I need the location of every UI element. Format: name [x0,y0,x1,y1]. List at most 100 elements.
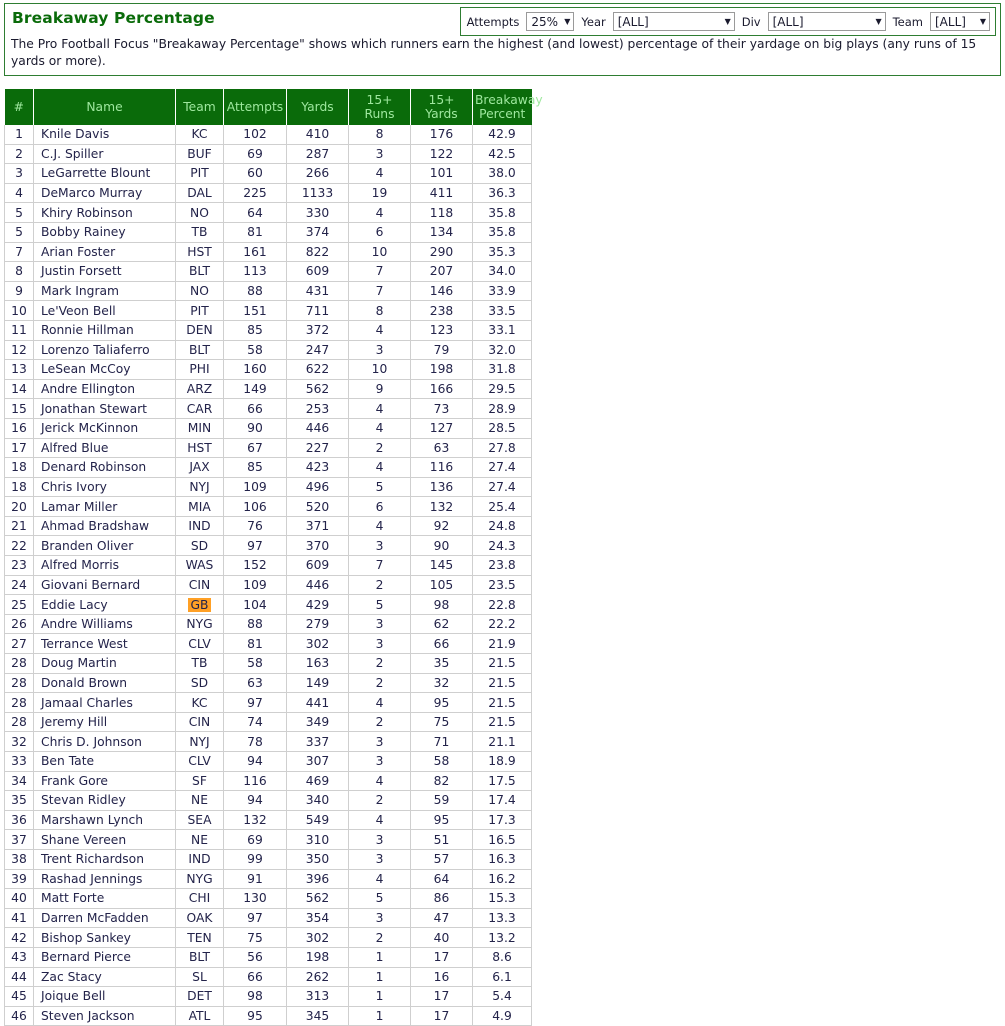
team-label: Team [892,14,923,29]
table-row[interactable]: 37 Shane Vereen NE 69 310 3 51 16.5 [4,829,532,850]
table-row[interactable]: 8 Justin Forsett BLT 113 609 7 207 34.0 [4,261,532,282]
table-row[interactable]: 34 Frank Gore SF 116 469 4 82 17.5 [4,771,532,792]
team-select[interactable]: [ALL] ▼ [930,12,990,31]
page-description: The Pro Football Focus "Breakaway Percen… [11,37,977,68]
table-row[interactable]: 41 Darren McFadden OAK 97 354 3 47 13.3 [4,908,532,929]
table-row[interactable]: 9 Mark Ingram NO 88 431 7 146 33.9 [4,281,532,302]
table-row[interactable]: 24 Giovani Bernard CIN 109 446 2 105 23.5 [4,575,532,596]
table-row[interactable]: 33 Ben Tate CLV 94 307 3 58 18.9 [4,751,532,772]
cell-name: Bobby Rainey [33,222,176,243]
table-row[interactable]: 45 Joique Bell DET 98 313 1 17 5.4 [4,986,532,1007]
cell-team: BLT [175,340,224,361]
cell-pct: 18.9 [472,751,532,772]
cell-yards: 330 [286,202,349,223]
year-select[interactable]: [ALL] ▼ [612,12,735,31]
cell-rank: 26 [4,614,34,635]
cell-rank: 11 [4,320,34,341]
table-row[interactable]: 5 Khiry Robinson NO 64 330 4 118 35.8 [4,202,532,223]
cell-pct: 23.5 [472,575,532,596]
cell-yards15: 116 [410,457,473,478]
table-row[interactable]: 16 Jerick McKinnon MIN 90 446 4 127 28.5 [4,418,532,439]
table-row[interactable]: 27 Terrance West CLV 81 302 3 66 21.9 [4,633,532,655]
column-header-runs15[interactable]: 15+ Runs [348,89,411,125]
column-header-pct[interactable]: Breakaway Percent [472,89,543,125]
table-row[interactable]: 35 Stevan Ridley NE 94 340 2 59 17.4 [4,790,532,811]
table-row[interactable]: 28 Jamaal Charles KC 97 441 4 95 21.5 [4,692,532,713]
table-row[interactable]: 23 Alfred Morris WAS 152 609 7 145 23.8 [4,555,532,576]
cell-yards: 307 [286,751,349,772]
table-row[interactable]: 42 Bishop Sankey TEN 75 302 2 40 13.2 [4,927,532,948]
column-header-attempts[interactable]: Attempts [223,89,287,125]
table-row[interactable]: 7 Arian Foster HST 161 822 10 290 35.3 [4,242,532,263]
cell-yards: 469 [286,771,349,792]
table-row[interactable]: 25 Eddie Lacy GB 104 429 5 98 22.8 [4,594,532,615]
table-row[interactable]: 1 Knile Davis KC 102 410 8 176 42.9 [4,125,532,145]
table-row[interactable]: 2 C.J. Spiller BUF 69 287 3 122 42.5 [4,144,532,165]
cell-rank: 37 [4,829,34,850]
table-row[interactable]: 32 Chris D. Johnson NYJ 78 337 3 71 21.1 [4,731,532,752]
table-row[interactable]: 28 Donald Brown SD 63 149 2 32 21.5 [4,673,532,694]
cell-pct: 21.5 [472,673,532,694]
table-row[interactable]: 18 Chris Ivory NYJ 109 496 5 136 27.4 [4,477,532,498]
table-row[interactable]: 46 Steven Jackson ATL 95 345 1 17 4.9 [4,1006,532,1026]
year-label: Year [581,14,606,29]
column-header-yards15[interactable]: 15+ Yards [410,89,473,125]
cell-yards: 549 [286,810,349,831]
cell-attempts: 63 [223,673,287,694]
cell-attempts: 56 [223,947,287,968]
table-row[interactable]: 10 Le'Veon Bell PIT 151 711 8 238 33.5 [4,300,532,321]
table-row[interactable]: 39 Rashad Jennings NYG 91 396 4 64 16.2 [4,869,532,890]
cell-yards15: 73 [410,398,473,419]
cell-rank: 40 [4,888,34,909]
cell-yards15: 47 [410,908,473,929]
cell-yards15: 86 [410,888,473,909]
column-header-name[interactable]: Name [33,89,176,125]
table-row[interactable]: 21 Ahmad Bradshaw IND 76 371 4 92 24.8 [4,516,532,537]
table-row[interactable]: 40 Matt Forte CHI 130 562 5 86 15.3 [4,888,532,909]
cell-rank: 20 [4,496,34,517]
table-row[interactable]: 28 Jeremy Hill CIN 74 349 2 75 21.5 [4,712,532,733]
cell-yards: 520 [286,496,349,517]
cell-name: Arian Foster [33,242,176,263]
table-row[interactable]: 28 Doug Martin TB 58 163 2 35 21.5 [4,653,532,674]
table-row[interactable]: 18 Denard Robinson JAX 85 423 4 116 27.4 [4,457,532,478]
cell-yards: 163 [286,653,349,674]
chevron-down-icon: ▼ [564,16,571,26]
table-row[interactable]: 43 Bernard Pierce BLT 56 198 1 17 8.6 [4,947,532,968]
cell-rank: 43 [4,947,34,968]
cell-team: MIA [175,496,224,517]
column-header-rank[interactable]: # [4,89,34,125]
table-row[interactable]: 44 Zac Stacy SL 66 262 1 16 6.1 [4,967,532,988]
column-header-team[interactable]: Team [175,89,224,125]
table-row[interactable]: 13 LeSean McCoy PHI 160 622 10 198 31.8 [4,359,532,380]
column-header-yards[interactable]: Yards [286,89,349,125]
table-row[interactable]: 36 Marshawn Lynch SEA 132 549 4 95 17.3 [4,810,532,831]
div-select[interactable]: [ALL] ▼ [767,12,886,31]
table-row[interactable]: 20 Lamar Miller MIA 106 520 6 132 25.4 [4,496,532,517]
cell-pct: 27.8 [472,438,532,459]
cell-attempts: 66 [223,967,287,988]
cell-runs15: 4 [348,320,411,341]
table-row[interactable]: 3 LeGarrette Blount PIT 60 266 4 101 38.0 [4,163,532,184]
attempts-select[interactable]: 25% ▼ [526,12,575,31]
table-row[interactable]: 14 Andre Ellington ARZ 149 562 9 166 29.5 [4,379,532,400]
table-row[interactable]: 4 DeMarco Murray DAL 225 1133 19 411 36.3 [4,183,532,204]
cell-team: CIN [175,575,224,596]
table-row[interactable]: 12 Lorenzo Taliaferro BLT 58 247 3 79 32.0 [4,340,532,361]
table-row[interactable]: 17 Alfred Blue HST 67 227 2 63 27.8 [4,438,532,459]
cell-runs15: 1 [348,967,411,988]
cell-runs15: 8 [348,125,411,145]
cell-attempts: 81 [223,633,287,655]
table-row[interactable]: 11 Ronnie Hillman DEN 85 372 4 123 33.1 [4,320,532,341]
table-row[interactable]: 22 Branden Oliver SD 97 370 3 90 24.3 [4,535,532,557]
year-select-value: [ALL] [617,14,649,29]
cell-yards15: 66 [410,633,473,655]
cell-rank: 9 [4,281,34,302]
cell-name: Knile Davis [33,125,176,145]
cell-attempts: 99 [223,849,287,870]
table-row[interactable]: 26 Andre Williams NYG 88 279 3 62 22.2 [4,614,532,635]
cell-yards: 496 [286,477,349,498]
table-row[interactable]: 15 Jonathan Stewart CAR 66 253 4 73 28.9 [4,398,532,419]
table-row[interactable]: 5 Bobby Rainey TB 81 374 6 134 35.8 [4,222,532,243]
table-row[interactable]: 38 Trent Richardson IND 99 350 3 57 16.3 [4,849,532,870]
